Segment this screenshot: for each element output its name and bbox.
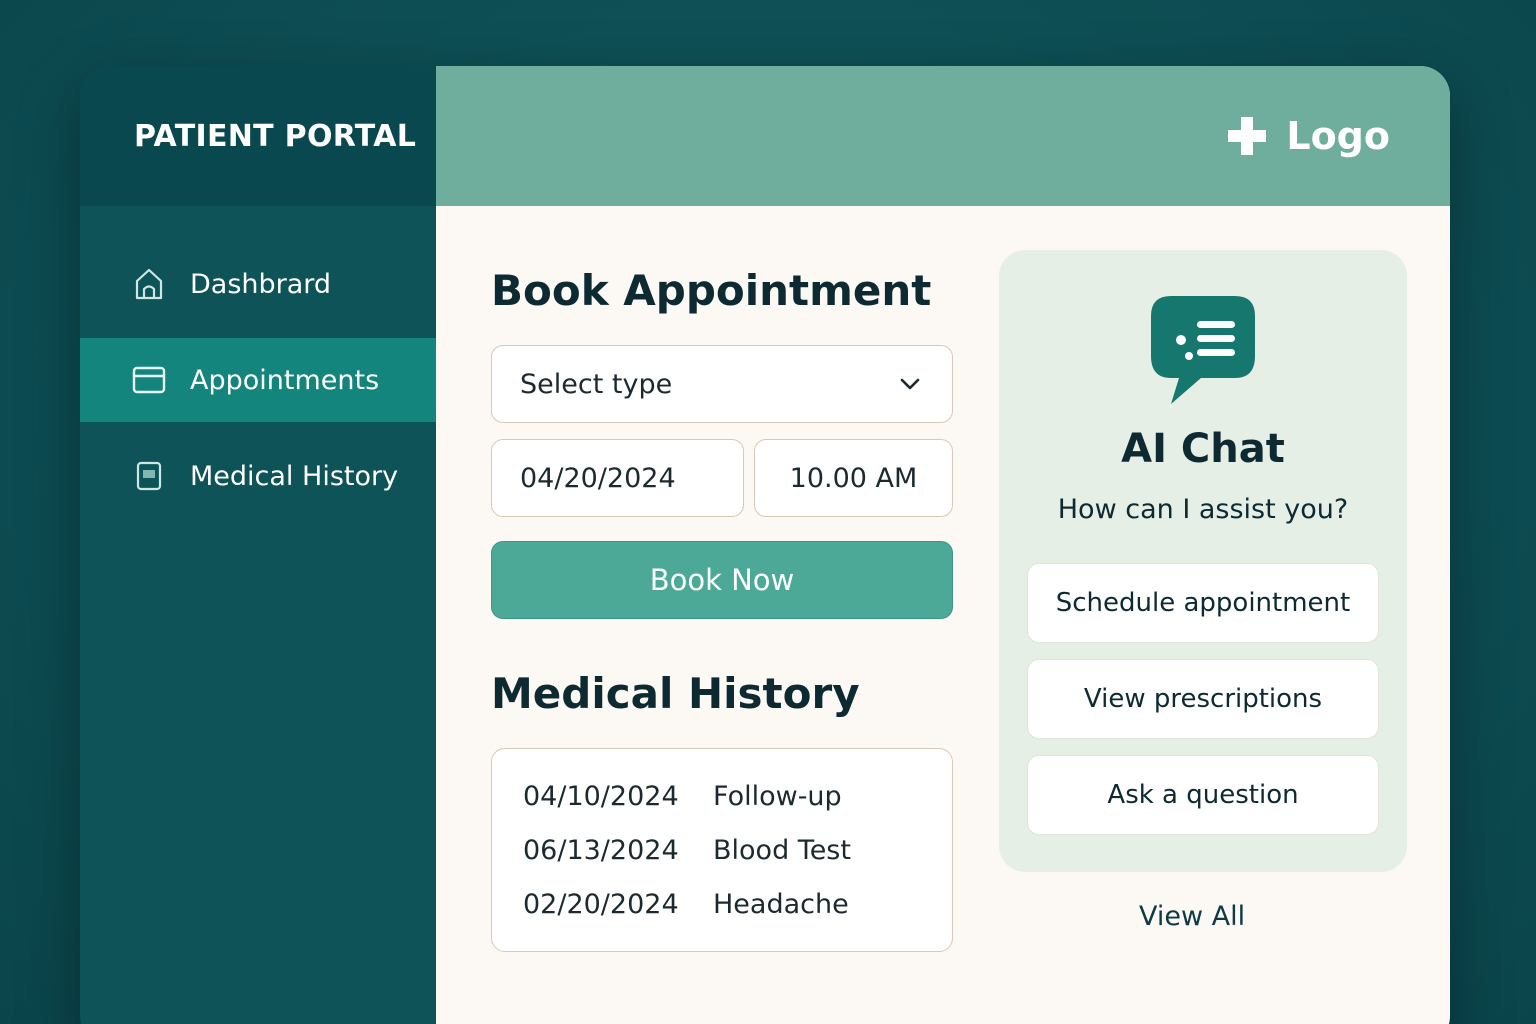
sidebar-item-label: Appointments: [190, 364, 380, 396]
ai-chat-title: AI Chat: [1121, 426, 1285, 472]
appointment-type-select[interactable]: Select type: [491, 345, 953, 423]
history-date: 06/13/2024: [523, 834, 679, 866]
medical-history-title: Medical History: [491, 669, 860, 718]
view-all-link[interactable]: View All: [1139, 901, 1245, 932]
history-row[interactable]: 04/10/2024 Follow-up: [523, 769, 952, 823]
chat-bubble-icon: [1151, 296, 1255, 404]
main-content: Logo Book Appointment Select type 04/20/…: [436, 66, 1450, 1024]
sidebar-item-dashboard[interactable]: Dashbrard: [80, 242, 436, 326]
date-value: 04/20/2024: [520, 462, 676, 494]
ai-chat-subtitle: How can I assist you?: [1057, 494, 1349, 525]
top-bar: Logo: [436, 66, 1450, 206]
sidebar-nav: Dashbrard Appointments Medical History: [80, 206, 436, 518]
select-value: Select type: [520, 368, 673, 400]
calendar-icon: [132, 363, 166, 397]
logo[interactable]: Logo: [1226, 114, 1390, 158]
sidebar: PATIENT PORTAL Dashbrard Appointments Me…: [80, 66, 436, 1024]
sidebar-item-label: Dashbrard: [190, 268, 332, 300]
home-icon: [132, 267, 166, 301]
sidebar-item-appointments[interactable]: Appointments: [80, 338, 436, 422]
page-background: PATIENT PORTAL Dashbrard Appointments Me…: [0, 0, 1536, 1024]
history-event: Headache: [713, 888, 849, 920]
history-date: 04/10/2024: [523, 780, 679, 812]
medical-history-list: 04/10/2024 Follow-up 06/13/2024 Blood Te…: [491, 748, 953, 952]
portal-title: PATIENT PORTAL: [134, 118, 417, 154]
booking-section: Book Appointment Select type 04/20/2024 …: [491, 266, 953, 952]
chevron-down-icon: [900, 378, 920, 390]
sidebar-item-medical-history[interactable]: Medical History: [80, 434, 436, 518]
book-appointment-title: Book Appointment: [491, 266, 932, 315]
history-date: 02/20/2024: [523, 888, 679, 920]
ai-chat-card: AI Chat How can I assist you? Schedule a…: [999, 250, 1407, 872]
history-event: Blood Test: [713, 834, 851, 866]
medical-cross-icon: [1228, 117, 1267, 155]
app-window: PATIENT PORTAL Dashbrard Appointments Me…: [80, 66, 1450, 1024]
history-event: Follow-up: [713, 780, 842, 812]
time-field[interactable]: 10.00 AM: [754, 439, 953, 517]
document-icon: [132, 459, 166, 493]
view-prescriptions-button[interactable]: View prescriptions: [1027, 659, 1379, 739]
book-now-button[interactable]: Book Now: [491, 541, 953, 619]
schedule-appointment-button[interactable]: Schedule appointment: [1027, 563, 1379, 643]
logo-text: Logo: [1286, 114, 1390, 158]
sidebar-header: PATIENT PORTAL: [80, 66, 436, 206]
date-field[interactable]: 04/20/2024: [491, 439, 744, 517]
history-row[interactable]: 06/13/2024 Blood Test: [523, 823, 952, 877]
date-time-row: 04/20/2024 10.00 AM: [491, 439, 953, 517]
time-value: 10.00 AM: [789, 462, 918, 494]
sidebar-item-label: Medical History: [190, 460, 399, 492]
history-row[interactable]: 02/20/2024 Headache: [523, 877, 952, 931]
ask-question-button[interactable]: Ask a question: [1027, 755, 1379, 835]
